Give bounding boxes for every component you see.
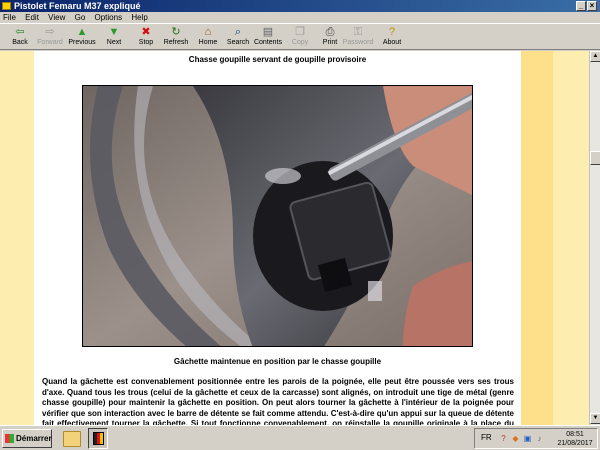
stop-icon: ✖ [141, 26, 151, 38]
toolbar-label: Search [226, 39, 250, 46]
minimize-button[interactable]: _ [576, 1, 586, 11]
password-icon: ⚿ [353, 26, 363, 38]
close-button[interactable]: × [587, 1, 597, 11]
toolbar-label: Print [322, 39, 338, 46]
body-paragraph: Quand la gâchette est convenablement pos… [42, 377, 514, 425]
toolbar-label: Back [12, 39, 28, 46]
search-icon: ⌕ [234, 26, 242, 38]
toolbar-label: About [382, 39, 402, 46]
menu-go[interactable]: Go [75, 13, 86, 22]
toolbar-label: Refresh [163, 39, 189, 46]
about-icon: ? [388, 26, 396, 38]
tray-network-icon[interactable]: ▣ [523, 434, 532, 443]
back-arrow-icon: ⇦ [15, 26, 25, 38]
password-button[interactable]: ⚿ Password [340, 25, 376, 50]
caption-bottom: Gâchette maintenue en position par le ch… [173, 357, 382, 366]
contents-icon: ▤ [262, 26, 274, 38]
about-button[interactable]: ? About [374, 25, 410, 50]
window-title: Pistolet Femaru M37 expliqué [14, 1, 141, 11]
print-icon: ⎙ [325, 26, 335, 38]
start-label: Démarrer [16, 434, 52, 443]
taskbar: Démarrer FR ? ◆ ▣ ♪ 08:51 21/08/2017 [0, 425, 600, 450]
down-arrow-icon: ▼ [108, 26, 120, 38]
scroll-thumb[interactable] [590, 151, 600, 165]
copy-icon: ❐ [295, 26, 305, 38]
clock[interactable]: 08:51 21/08/2017 [553, 430, 597, 448]
toolbar: ⇦ Back ⇨ Forward ▲ Previous ▼ Next ✖ Stop ↻ Refresh… [0, 23, 600, 50]
tray-volume-icon[interactable]: ♪ [535, 434, 544, 443]
forward-arrow-icon: ⇨ [45, 26, 55, 38]
tray-help-icon[interactable]: ? [499, 434, 508, 443]
start-button[interactable]: Démarrer [2, 429, 52, 448]
trigger-photo [82, 85, 473, 347]
refresh-icon: ↻ [171, 26, 181, 38]
vertical-scrollbar[interactable]: ▲ ▼ [589, 51, 600, 425]
taskbar-app-button[interactable] [88, 428, 108, 449]
home-icon: ⌂ [204, 26, 212, 38]
caption-top: Chasse goupille servant de goupille prov… [188, 55, 367, 64]
folder-icon[interactable] [63, 431, 81, 447]
menu-help[interactable]: Help [131, 13, 147, 22]
document-page: Chasse goupille servant de goupille prov… [34, 51, 521, 425]
toolbar-label: Stop [138, 39, 154, 46]
clock-time: 08:51 [566, 431, 584, 438]
app-icon [2, 2, 11, 10]
right-margin-band [521, 51, 553, 425]
menu-file[interactable]: File [3, 13, 16, 22]
forward-button[interactable]: ⇨ Forward [32, 25, 68, 50]
toolbar-label: Next [106, 39, 122, 46]
scroll-down-arrow-icon[interactable]: ▼ [590, 413, 600, 424]
language-indicator[interactable]: FR [481, 433, 492, 442]
title-bar: Pistolet Femaru M37 expliqué _ × [0, 0, 600, 12]
tray-alert-icon[interactable]: ◆ [511, 434, 520, 443]
content-viewport: Chasse goupille servant de goupille prov… [0, 51, 589, 425]
up-arrow-icon: ▲ [76, 26, 88, 38]
app-flag-icon [93, 432, 104, 445]
menu-view[interactable]: View [48, 13, 65, 22]
toolbar-label: Contents [253, 39, 283, 46]
menu-bar: File Edit View Go Options Help [0, 12, 600, 23]
windows-logo-icon [5, 434, 14, 443]
toolbar-label: Copy [291, 39, 309, 46]
toolbar-label: Forward [37, 39, 63, 46]
toolbar-label: Previous [68, 39, 96, 46]
next-button[interactable]: ▼ Next [96, 25, 132, 50]
menu-edit[interactable]: Edit [25, 13, 39, 22]
toolbar-label: Password [342, 39, 374, 46]
previous-button[interactable]: ▲ Previous [64, 25, 100, 50]
contents-button[interactable]: ▤ Contents [250, 25, 286, 50]
menu-options[interactable]: Options [95, 13, 123, 22]
toolbar-label: Home [198, 39, 218, 46]
trigger-photo-image [83, 86, 472, 346]
scroll-up-arrow-icon[interactable]: ▲ [590, 51, 600, 62]
system-tray: FR ? ◆ ▣ ♪ 08:51 21/08/2017 [474, 428, 598, 449]
refresh-button[interactable]: ↻ Refresh [158, 25, 194, 50]
clock-date: 21/08/2017 [557, 440, 593, 447]
